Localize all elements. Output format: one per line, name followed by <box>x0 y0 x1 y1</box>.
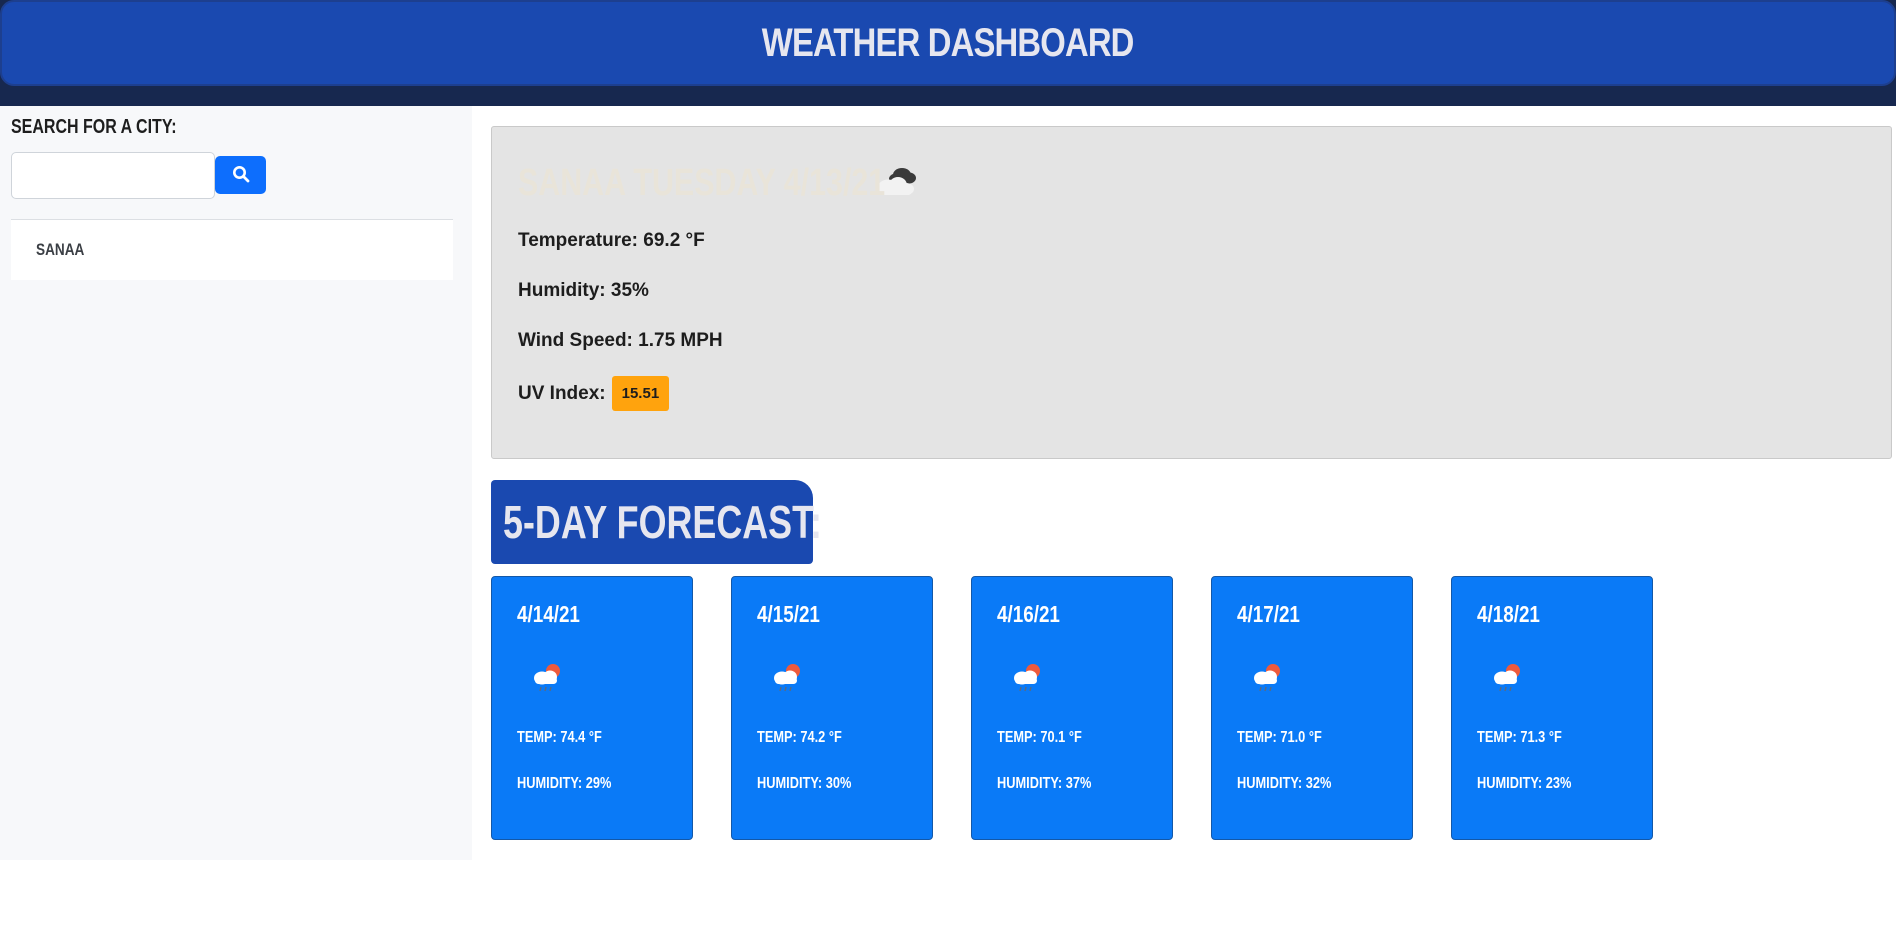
forecast-date: 4/16/21 <box>997 601 1060 627</box>
uv-index-row: UV Index: 15.51 <box>518 376 670 411</box>
header-banner: Weather Dashboard <box>0 0 1896 86</box>
forecast-temp: Temp: 74.4 °F <box>517 729 602 746</box>
sidebar: Search for a City: Sanaa <box>0 106 472 860</box>
forecast-humidity: Humidity: 23% <box>1477 775 1572 792</box>
current-humidity: Humidity: 35% <box>518 280 649 301</box>
current-weather-card: Sanaa Tuesday 4/13/21 Temperature: 69.2 … <box>491 126 1892 459</box>
forecast-card: 4/14/21 Temp: 74.4 °F Humidity: 29% <box>491 576 693 840</box>
uv-index-label: UV Index: <box>518 382 606 404</box>
forecast-temp: Temp: 70.1 °F <box>997 729 1082 746</box>
current-title-row: Sanaa Tuesday 4/13/21 <box>518 161 920 206</box>
history-item-label: Sanaa <box>36 240 85 259</box>
cloud-sun-rain-icon <box>534 664 560 692</box>
forecast-heading: 5-Day Forecast: <box>503 496 822 548</box>
forecast-date: 4/15/21 <box>757 601 820 627</box>
forecast-humidity: Humidity: 32% <box>1237 775 1332 792</box>
forecast-temp: Temp: 71.3 °F <box>1477 729 1562 746</box>
search-label: Search for a City: <box>11 116 177 138</box>
history-item-sanaa[interactable]: Sanaa <box>11 220 453 280</box>
current-wind-speed: Wind Speed: 1.75 MPH <box>518 330 723 351</box>
forecast-temp: Temp: 71.0 °F <box>1237 729 1322 746</box>
forecast-temp: Temp: 74.2 °F <box>757 729 842 746</box>
forecast-card: 4/15/21 Temp: 74.2 °F Humidity: 30% <box>731 576 933 840</box>
uv-index-badge: 15.51 <box>611 376 670 411</box>
forecast-date: 4/17/21 <box>1237 601 1300 627</box>
forecast-card: 4/17/21 Temp: 71.0 °F Humidity: 32% <box>1211 576 1413 840</box>
forecast-humidity: Humidity: 30% <box>757 775 852 792</box>
forecast-date: 4/18/21 <box>1477 601 1540 627</box>
city-search-input[interactable] <box>11 152 215 199</box>
forecast-heading-box: 5-Day Forecast: <box>491 480 822 564</box>
cloud-sun-rain-icon <box>774 664 800 692</box>
forecast-card: 4/18/21 Temp: 71.3 °F Humidity: 23% <box>1451 576 1653 840</box>
search-icon <box>232 165 250 186</box>
search-button[interactable] <box>215 156 266 194</box>
current-temperature: Temperature: 69.2 °F <box>518 230 705 251</box>
app-title: Weather Dashboard <box>762 20 1135 65</box>
forecast-date: 4/14/21 <box>517 601 580 627</box>
forecast-humidity: Humidity: 29% <box>517 775 612 792</box>
forecast-card: 4/16/21 Temp: 70.1 °F Humidity: 37% <box>971 576 1173 840</box>
cloud-sun-rain-icon <box>1254 664 1280 692</box>
current-city-date: Sanaa Tuesday 4/13/21 <box>518 162 886 204</box>
cloud-sun-rain-icon <box>1014 664 1040 692</box>
cloud-sun-rain-icon <box>1494 664 1520 692</box>
forecast-humidity: Humidity: 37% <box>997 775 1092 792</box>
